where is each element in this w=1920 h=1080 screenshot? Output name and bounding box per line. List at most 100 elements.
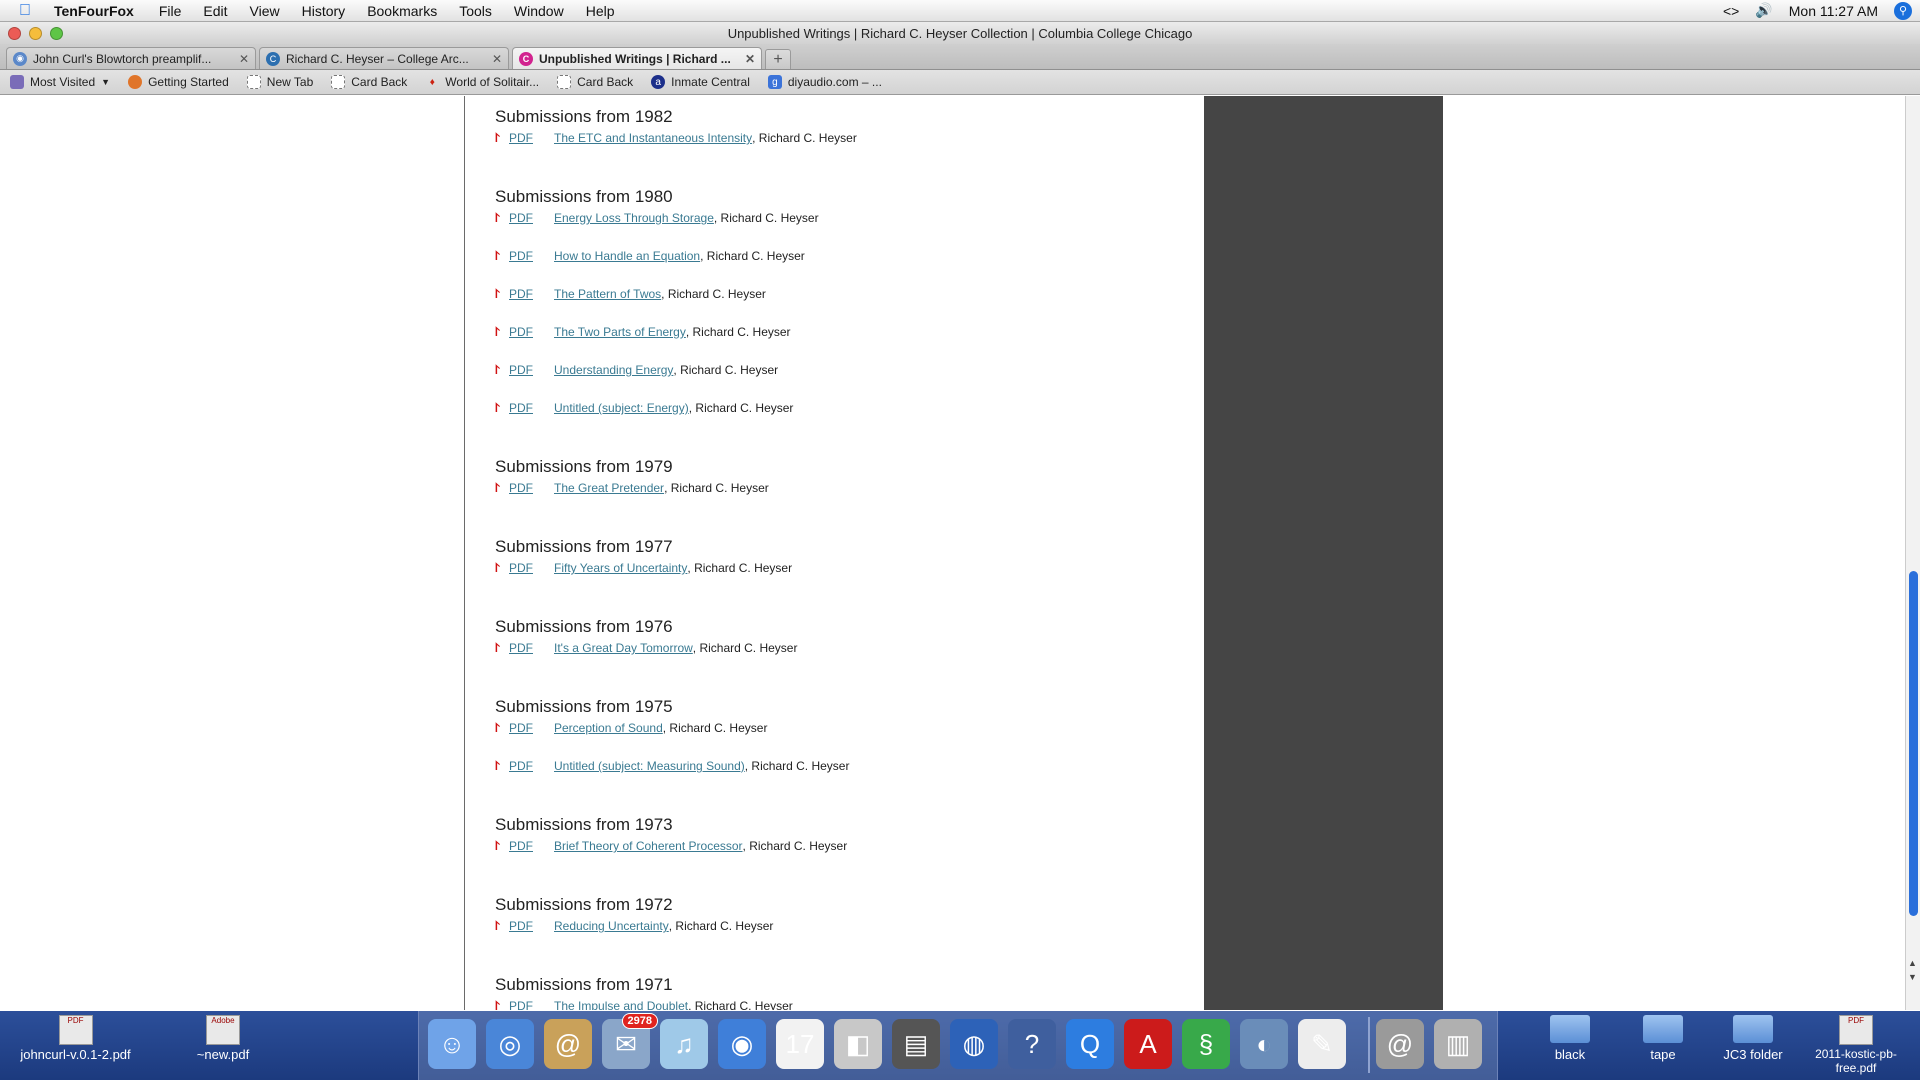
desktop-file-johncurl[interactable]: PDF johncurl-v.0.1-2.pdf bbox=[8, 1015, 143, 1062]
volume-icon[interactable]: 🔊 bbox=[1755, 2, 1772, 19]
itunes-icon[interactable]: ♫ bbox=[660, 1019, 708, 1069]
menu-history[interactable]: History bbox=[302, 3, 346, 19]
pdf-icon[interactable]: ⨡ bbox=[495, 482, 507, 494]
menu-file[interactable]: File bbox=[159, 3, 182, 19]
desktop-file-new-pdf[interactable]: Adobe ~new.pdf bbox=[178, 1015, 268, 1062]
ical-icon[interactable]: 17 bbox=[776, 1019, 824, 1069]
writing-title-link[interactable]: Untitled (subject: Energy) bbox=[554, 401, 689, 415]
pdf-download-link[interactable]: PDF bbox=[509, 131, 554, 145]
pdf-download-link[interactable]: PDF bbox=[509, 401, 554, 415]
pdf-icon[interactable]: ⨡ bbox=[495, 364, 507, 376]
writing-title-link[interactable]: It's a Great Day Tomorrow bbox=[554, 641, 693, 655]
script-menu-icon[interactable]: <> bbox=[1723, 3, 1739, 19]
bookmark-getting-started[interactable]: Getting Started bbox=[128, 75, 229, 89]
pdf-download-link[interactable]: PDF bbox=[509, 919, 554, 933]
new-tab-button[interactable]: + bbox=[765, 49, 791, 69]
scroll-down-icon[interactable]: ▼ bbox=[1908, 972, 1917, 982]
trash-icon[interactable]: ▥ bbox=[1434, 1019, 1482, 1069]
pdf-download-link[interactable]: PDF bbox=[509, 287, 554, 301]
desktop-folder-tape[interactable]: tape bbox=[1633, 1015, 1693, 1062]
writing-title-link[interactable]: The Pattern of Twos bbox=[554, 287, 661, 301]
menu-help[interactable]: Help bbox=[586, 3, 615, 19]
writing-title-link[interactable]: Fifty Years of Uncertainty bbox=[554, 561, 687, 575]
pdf-icon[interactable]: ⨡ bbox=[495, 760, 507, 772]
ichat-icon[interactable]: ◉ bbox=[718, 1019, 766, 1069]
pdf-icon[interactable]: ⨡ bbox=[495, 642, 507, 654]
pdf-download-link[interactable]: PDF bbox=[509, 249, 554, 263]
safari-icon[interactable]: ◎ bbox=[486, 1019, 534, 1069]
pdf-icon[interactable]: ⨡ bbox=[495, 402, 507, 414]
bookmark-inmate-central[interactable]: a Inmate Central bbox=[651, 75, 750, 89]
desktop-folder-black[interactable]: black bbox=[1540, 1015, 1600, 1062]
menu-bookmarks[interactable]: Bookmarks bbox=[367, 3, 437, 19]
apple-icon[interactable]:  bbox=[10, 0, 40, 22]
finder-icon[interactable]: ☺ bbox=[428, 1019, 476, 1069]
network-globe-icon[interactable]: ◍ bbox=[950, 1019, 998, 1069]
writing-title-link[interactable]: How to Handle an Equation bbox=[554, 249, 700, 263]
pdf-download-link[interactable]: PDF bbox=[509, 641, 554, 655]
pdf-icon[interactable]: ⨡ bbox=[495, 920, 507, 932]
bookmark-world-of-solitaire[interactable]: ♦ World of Solitair... bbox=[425, 75, 539, 89]
close-icon[interactable]: ✕ bbox=[745, 52, 755, 66]
zoom-window-button[interactable] bbox=[50, 26, 63, 40]
writing-title-link[interactable]: The ETC and Instantaneous Intensity bbox=[554, 131, 752, 145]
writing-title-link[interactable]: Perception of Sound bbox=[554, 721, 663, 735]
desktop-file-kostic[interactable]: PDF 2011-kostic-pb-free.pdf bbox=[1795, 1015, 1917, 1075]
bookmark-card-back-2[interactable]: Card Back bbox=[557, 75, 633, 89]
close-icon[interactable]: ✕ bbox=[492, 52, 502, 66]
help-icon[interactable]: ? bbox=[1008, 1019, 1056, 1069]
pdf-download-link[interactable]: PDF bbox=[509, 561, 554, 575]
pdf-download-link[interactable]: PDF bbox=[509, 839, 554, 853]
menu-tools[interactable]: Tools bbox=[459, 3, 492, 19]
writing-title-link[interactable]: The Two Parts of Energy bbox=[554, 325, 686, 339]
minimize-window-button[interactable] bbox=[29, 26, 42, 40]
writing-title-link[interactable]: Reducing Uncertainty bbox=[554, 919, 669, 933]
printer-icon[interactable]: ▤ bbox=[892, 1019, 940, 1069]
close-window-button[interactable] bbox=[8, 26, 21, 40]
writing-title-link[interactable]: The Great Pretender bbox=[554, 481, 664, 495]
pdf-download-link[interactable]: PDF bbox=[509, 759, 554, 773]
textedit-icon[interactable]: ✎ bbox=[1298, 1019, 1346, 1069]
writing-title-link[interactable]: Understanding Energy bbox=[554, 363, 673, 377]
pdf-download-link[interactable]: PDF bbox=[509, 325, 554, 339]
scrollbar-thumb[interactable] bbox=[1909, 571, 1918, 916]
writing-title-link[interactable]: The Impulse and Doublet bbox=[554, 999, 688, 1010]
pdf-icon[interactable]: ⨡ bbox=[495, 288, 507, 300]
bookmark-new-tab[interactable]: New Tab bbox=[246, 75, 313, 89]
pdf-icon[interactable]: ⨡ bbox=[495, 132, 507, 144]
app-menu[interactable]: TenFourFox bbox=[54, 3, 134, 19]
pdf-icon[interactable]: ⨡ bbox=[495, 840, 507, 852]
acrobat-icon[interactable]: A bbox=[1124, 1019, 1172, 1069]
tab-heyser-archive[interactable]: C Richard C. Heyser – College Arc... ✕ bbox=[259, 47, 509, 69]
writing-title-link[interactable]: Untitled (subject: Measuring Sound) bbox=[554, 759, 745, 773]
bookmark-card-back[interactable]: Card Back bbox=[331, 75, 407, 89]
tab-unpublished-writings[interactable]: C Unpublished Writings | Richard ... ✕ bbox=[512, 47, 762, 69]
iphoto-icon[interactable]: ◐ bbox=[1240, 1019, 1288, 1069]
pdf-icon[interactable]: ⨡ bbox=[495, 562, 507, 574]
mail-icon[interactable]: ✉ 2978 bbox=[602, 1013, 658, 1069]
quicktime-icon[interactable]: Q bbox=[1066, 1019, 1114, 1069]
ipod-utility-icon[interactable]: ◧ bbox=[834, 1019, 882, 1069]
pdf-download-link[interactable]: PDF bbox=[509, 999, 554, 1010]
spotlight-icon[interactable]: ⚲ bbox=[1894, 1, 1912, 20]
vertical-scrollbar[interactable]: ▲ ▼ bbox=[1905, 96, 1920, 1010]
pdf-icon[interactable]: ⨡ bbox=[495, 722, 507, 734]
pdf-download-link[interactable]: PDF bbox=[509, 363, 554, 377]
pdf-icon[interactable]: ⨡ bbox=[495, 212, 507, 224]
bookmark-diyaudio[interactable]: g diyaudio.com – ... bbox=[767, 75, 882, 89]
menubar-clock[interactable]: Mon 11:27 AM bbox=[1789, 3, 1878, 19]
autocad-icon[interactable]: § bbox=[1182, 1019, 1230, 1069]
bookmark-most-visited[interactable]: Most Visited ▼ bbox=[10, 75, 110, 89]
pdf-icon[interactable]: ⨡ bbox=[495, 250, 507, 262]
downloads-icon[interactable]: @ bbox=[1376, 1019, 1424, 1069]
menu-window[interactable]: Window bbox=[514, 3, 564, 19]
desktop-folder-jc3[interactable]: JC3 folder bbox=[1713, 1015, 1793, 1062]
pdf-download-link[interactable]: PDF bbox=[509, 481, 554, 495]
close-icon[interactable]: ✕ bbox=[239, 52, 249, 66]
writing-title-link[interactable]: Brief Theory of Coherent Processor bbox=[554, 839, 743, 853]
pdf-icon[interactable]: ⨡ bbox=[495, 1000, 507, 1010]
scroll-up-icon[interactable]: ▲ bbox=[1908, 958, 1917, 968]
pdf-icon[interactable]: ⨡ bbox=[495, 326, 507, 338]
menu-view[interactable]: View bbox=[250, 3, 280, 19]
address-book-icon[interactable]: @ bbox=[544, 1019, 592, 1069]
